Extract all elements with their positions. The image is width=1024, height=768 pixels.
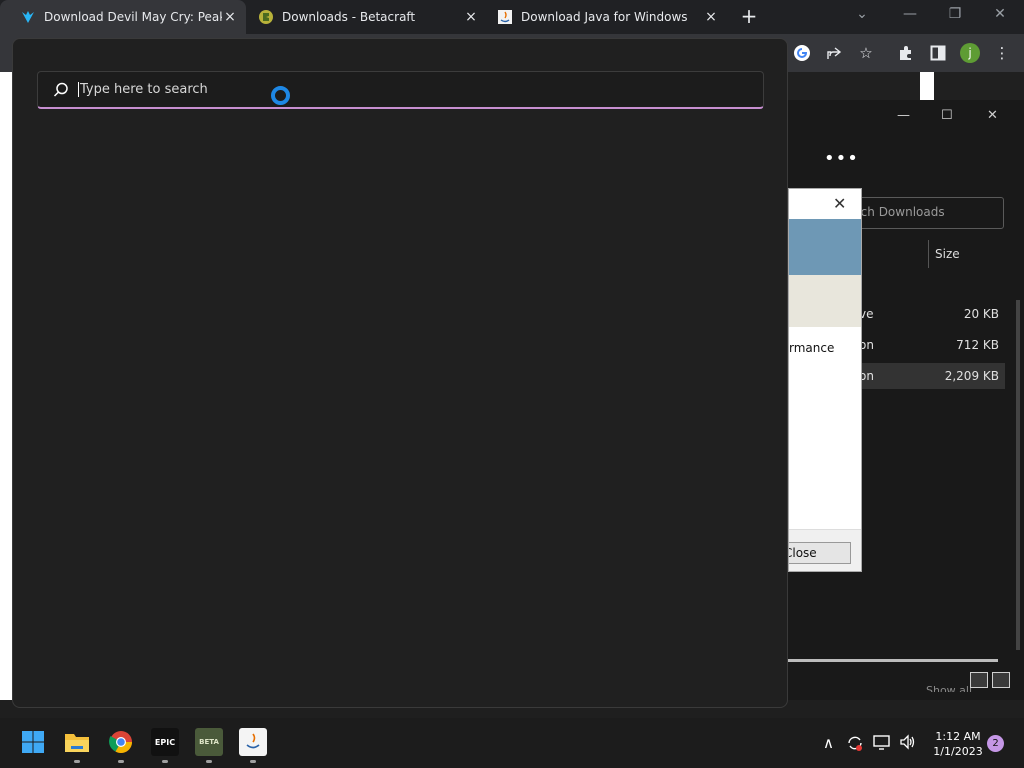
file-size: 2,209 KB — [944, 369, 999, 383]
tab-search-chevron-icon[interactable]: ⌄ — [852, 6, 872, 22]
tab-title: Downloads - Betacraft — [282, 10, 416, 24]
running-indicator — [118, 760, 124, 763]
profile-initial: j — [960, 43, 980, 63]
chrome-icon[interactable] — [107, 728, 135, 756]
installer-dialog: ✕ rmance Close — [788, 188, 862, 572]
running-indicator — [206, 760, 212, 763]
system-clock[interactable]: 1:12 AM 1/1/2023 — [928, 729, 988, 759]
explorer-vertical-scrollbar[interactable] — [1016, 300, 1020, 650]
bookmark-star-icon[interactable]: ☆ — [855, 42, 877, 64]
browser-menu-icon[interactable]: ⋮ — [991, 42, 1013, 64]
network-icon[interactable] — [873, 734, 891, 754]
epic-label: EPIC — [154, 737, 176, 747]
page-dark-strip — [788, 72, 1024, 102]
tab-title: Download Devil May Cry: Peak of — [44, 10, 222, 24]
betacraft-icon[interactable]: BETA — [195, 728, 223, 756]
volume-icon[interactable] — [899, 734, 917, 754]
browser-tab-strip: Download Devil May Cry: Peak of × Downlo… — [0, 0, 1024, 34]
extensions-puzzle-icon[interactable] — [895, 42, 917, 64]
sync-alert-icon[interactable] — [846, 734, 864, 756]
dialog-close-button[interactable]: Close — [789, 542, 851, 564]
file-row[interactable]: on 712 KB — [845, 332, 1005, 358]
java-installer-icon[interactable] — [239, 728, 267, 756]
close-icon[interactable]: × — [463, 9, 479, 25]
dmc-favicon-icon — [22, 11, 34, 23]
new-tab-button[interactable]: + — [738, 6, 760, 28]
explorer-view-toggle — [970, 672, 1010, 688]
dialog-header-bar — [789, 275, 861, 327]
tab-devil-may-cry[interactable]: Download Devil May Cry: Peak of × — [0, 0, 246, 34]
close-icon[interactable]: × — [703, 9, 719, 25]
explorer-search-input[interactable]: rch Downloads — [845, 197, 1004, 229]
explorer-more-button[interactable]: ••• — [824, 148, 859, 169]
explorer-status-text: Show all — [926, 684, 973, 692]
clock-time: 1:12 AM — [935, 730, 981, 743]
large-icons-view-icon[interactable] — [992, 672, 1010, 688]
google-icon[interactable] — [791, 42, 813, 64]
tab-title: Download Java for Windows — [521, 10, 688, 24]
explorer-horizontal-scrollbar[interactable] — [788, 659, 998, 662]
dialog-titlebar: ✕ — [789, 189, 861, 219]
file-size: 712 KB — [956, 338, 999, 352]
close-icon[interactable]: × — [222, 9, 238, 25]
explorer-minimize-icon[interactable]: — — [897, 108, 910, 123]
dialog-body-text: rmance — [789, 341, 835, 355]
search-box[interactable] — [37, 71, 764, 109]
search-icon — [53, 82, 68, 97]
column-header-size[interactable]: Size — [928, 240, 1004, 268]
restore-icon[interactable]: ❐ — [945, 6, 965, 22]
start-search-flyout — [12, 38, 788, 708]
running-indicator — [250, 760, 256, 763]
clock-date: 1/1/2023 — [933, 745, 983, 758]
java-favicon-icon — [498, 10, 512, 24]
file-explorer-icon[interactable] — [63, 728, 91, 756]
running-indicator — [74, 760, 80, 763]
taskbar: EPIC BETA ∧ 1:12 AM 1/1/2023 2 — [0, 718, 1024, 768]
share-icon[interactable] — [823, 42, 845, 64]
dialog-footer: Close — [789, 529, 861, 571]
dialog-banner — [789, 219, 861, 275]
details-view-icon[interactable] — [970, 672, 988, 688]
explorer-close-icon[interactable]: ✕ — [987, 108, 998, 123]
side-panel-icon[interactable] — [927, 42, 949, 64]
minimize-icon[interactable]: — — [900, 6, 920, 22]
file-row[interactable]: ve 20 KB — [845, 301, 1005, 327]
running-indicator — [162, 760, 168, 763]
explorer-maximize-icon[interactable]: ☐ — [941, 108, 953, 123]
profile-avatar-icon[interactable]: j — [959, 42, 981, 64]
file-row-selected[interactable]: on 2,209 KB — [845, 363, 1005, 389]
loading-spinner-icon — [271, 86, 290, 105]
tab-betacraft[interactable]: Downloads - Betacraft × — [246, 0, 487, 34]
betacraft-favicon-icon — [259, 10, 273, 24]
epic-games-icon[interactable]: EPIC — [151, 728, 179, 756]
betacraft-label: BETA — [199, 738, 219, 746]
notification-badge[interactable]: 2 — [987, 735, 1004, 752]
window-close-icon[interactable]: ✕ — [990, 6, 1010, 22]
file-size: 20 KB — [963, 307, 999, 321]
tab-java[interactable]: Download Java for Windows × — [487, 0, 727, 34]
dialog-close-icon[interactable]: ✕ — [833, 194, 846, 213]
search-input[interactable] — [78, 82, 378, 97]
start-icon[interactable] — [19, 728, 47, 756]
tray-overflow-chevron-icon[interactable]: ∧ — [823, 734, 834, 752]
